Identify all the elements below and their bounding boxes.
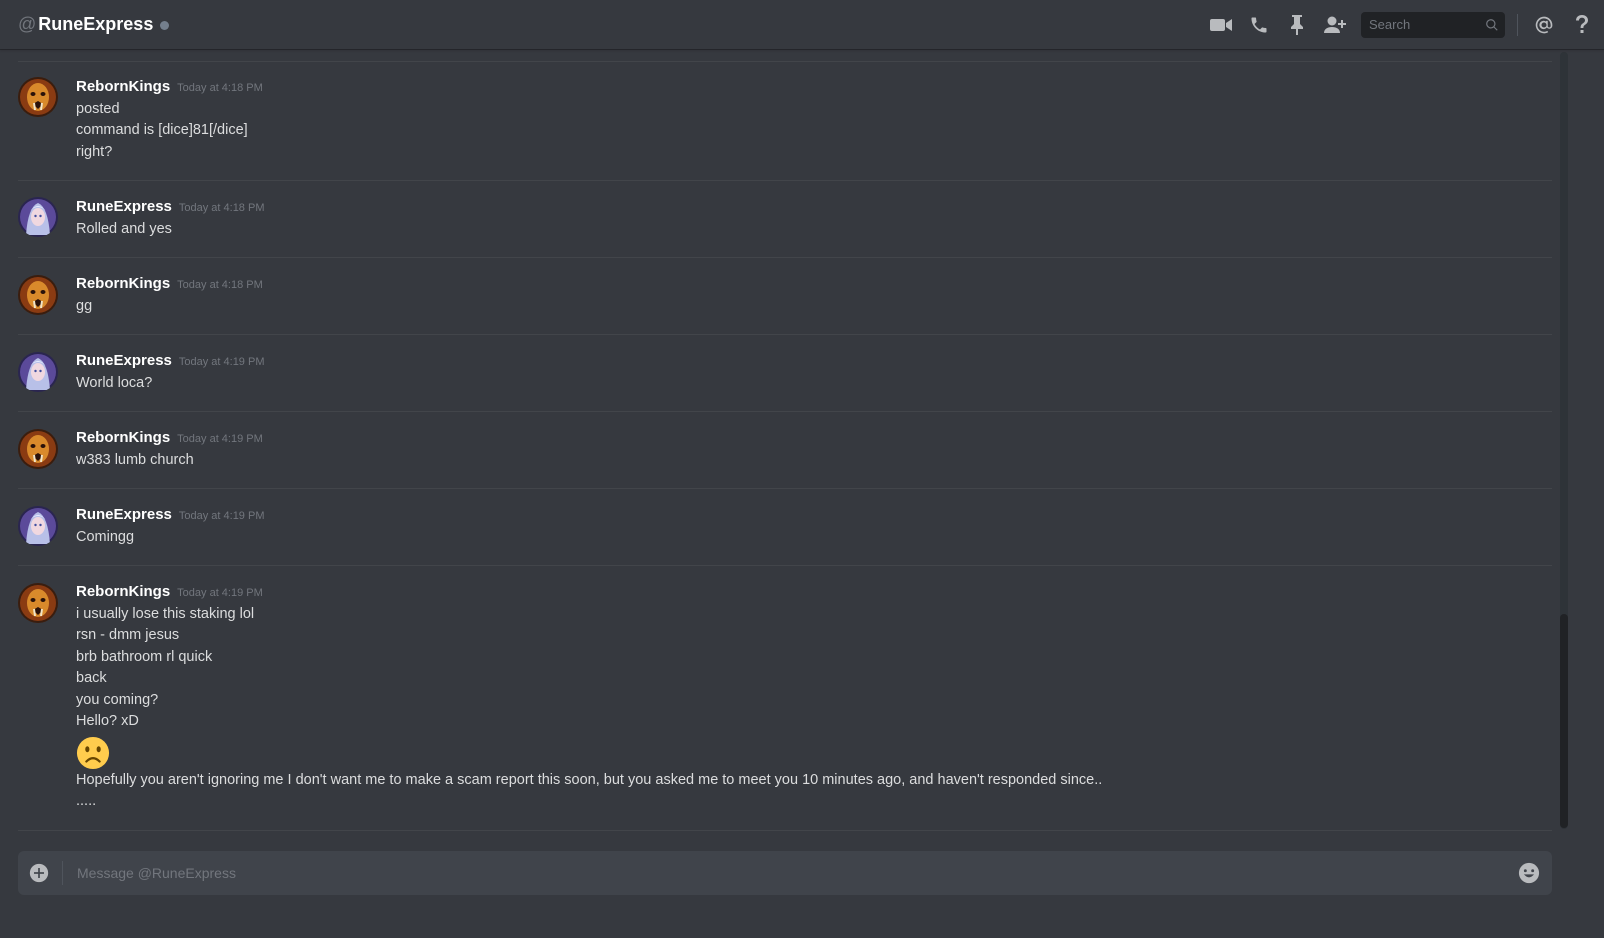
- message-line: i usually lose this staking lol: [76, 606, 255, 622]
- header-toolbar: [1195, 0, 1604, 49]
- message-line: .....: [76, 793, 97, 809]
- message-group: RebornKings Today at 4:18 PM gg: [18, 257, 1552, 335]
- message-timestamp: Today at 4:18 PM: [177, 279, 263, 291]
- message-group: RebornKings Today at 4:18 PM posted comm…: [18, 69, 1552, 181]
- add-attachment-icon[interactable]: [29, 863, 49, 883]
- message-input[interactable]: [75, 864, 1518, 882]
- message-timestamp: Today at 4:19 PM: [178, 510, 265, 522]
- message-author[interactable]: RebornKings: [76, 429, 170, 446]
- message-line: Hello? xD: [76, 713, 139, 729]
- message-group: RebornKings Today at 4:19 PM i usually l…: [18, 565, 1552, 832]
- message-line: Comingg: [76, 529, 135, 545]
- message-line: brb bathroom rl quick: [76, 649, 213, 665]
- message-line: Rolled and yes: [76, 221, 172, 237]
- add-friend-icon[interactable]: [1323, 13, 1347, 37]
- avatar-runeexpress[interactable]: [18, 197, 58, 237]
- message-line: you coming?: [76, 692, 159, 708]
- message-line: back: [76, 670, 107, 686]
- message-line: right?: [76, 144, 113, 160]
- avatar-rebornkings[interactable]: [18, 583, 58, 623]
- avatar-runeexpress[interactable]: [18, 352, 58, 392]
- message-timestamp: Today at 4:19 PM: [178, 356, 265, 368]
- avatar-runeexpress[interactable]: [18, 506, 58, 546]
- message-list: RebornKings Today at 4:18 PM posted comm…: [0, 49, 1568, 839]
- voice-call-icon[interactable]: [1247, 13, 1271, 37]
- message-timestamp: Today at 4:18 PM: [177, 82, 263, 94]
- pin-icon[interactable]: [1285, 13, 1309, 37]
- message-author[interactable]: RuneExpress: [76, 352, 172, 369]
- avatar-rebornkings[interactable]: [18, 429, 58, 469]
- channel-title[interactable]: RuneExpress: [38, 14, 153, 35]
- message-author[interactable]: RebornKings: [76, 78, 170, 95]
- avatar-rebornkings[interactable]: [18, 275, 58, 315]
- message-line: World loca?: [76, 375, 153, 391]
- help-icon[interactable]: [1570, 13, 1594, 37]
- message-line: rsn - dmm jesus: [76, 627, 180, 643]
- message-timestamp: Today at 4:19 PM: [177, 587, 263, 599]
- message-author[interactable]: RebornKings: [76, 275, 170, 292]
- status-indicator: [160, 20, 170, 30]
- message-group: RuneExpress Today at 4:19 PM Comingg: [18, 488, 1552, 566]
- mention-icon[interactable]: [1532, 13, 1556, 37]
- message-line: posted: [76, 101, 120, 117]
- message-author[interactable]: RebornKings: [76, 583, 170, 600]
- video-call-icon[interactable]: [1209, 13, 1233, 37]
- dm-at-symbol: @: [18, 14, 37, 34]
- channel-header: @ RuneExpress: [0, 0, 1604, 49]
- composer-divider: [62, 861, 63, 885]
- search-icon[interactable]: [1485, 18, 1499, 32]
- scrollbar-thumb[interactable]: [1560, 614, 1568, 828]
- frowning-face-emoji: [76, 736, 110, 770]
- message-line: Hopefully you aren't ignoring me I don't…: [76, 772, 1103, 788]
- search-box[interactable]: [1361, 11, 1505, 38]
- message-timestamp: Today at 4:18 PM: [178, 202, 265, 214]
- message-divider: [18, 61, 1552, 62]
- message-group: RuneExpress Today at 4:18 PM Rolled and …: [18, 180, 1552, 258]
- message-group: RuneExpress Today at 4:19 PM World loca?: [18, 334, 1552, 412]
- message-composer: [18, 851, 1552, 895]
- message-line: w383 lumb church: [76, 452, 194, 468]
- message-timestamp: Today at 4:19 PM: [177, 433, 263, 445]
- emoji-picker-icon[interactable]: [1518, 862, 1540, 884]
- message-group: RebornKings Today at 4:19 PM w383 lumb c…: [18, 411, 1552, 489]
- avatar-rebornkings[interactable]: [18, 77, 58, 117]
- message-author[interactable]: RuneExpress: [76, 198, 172, 215]
- message-divider: [18, 830, 1552, 831]
- message-line: gg: [76, 298, 93, 314]
- toolbar-divider: [1517, 13, 1518, 36]
- message-line: command is [dice]81[/dice]: [76, 122, 248, 138]
- search-input[interactable]: [1367, 16, 1481, 33]
- message-author[interactable]: RuneExpress: [76, 506, 172, 523]
